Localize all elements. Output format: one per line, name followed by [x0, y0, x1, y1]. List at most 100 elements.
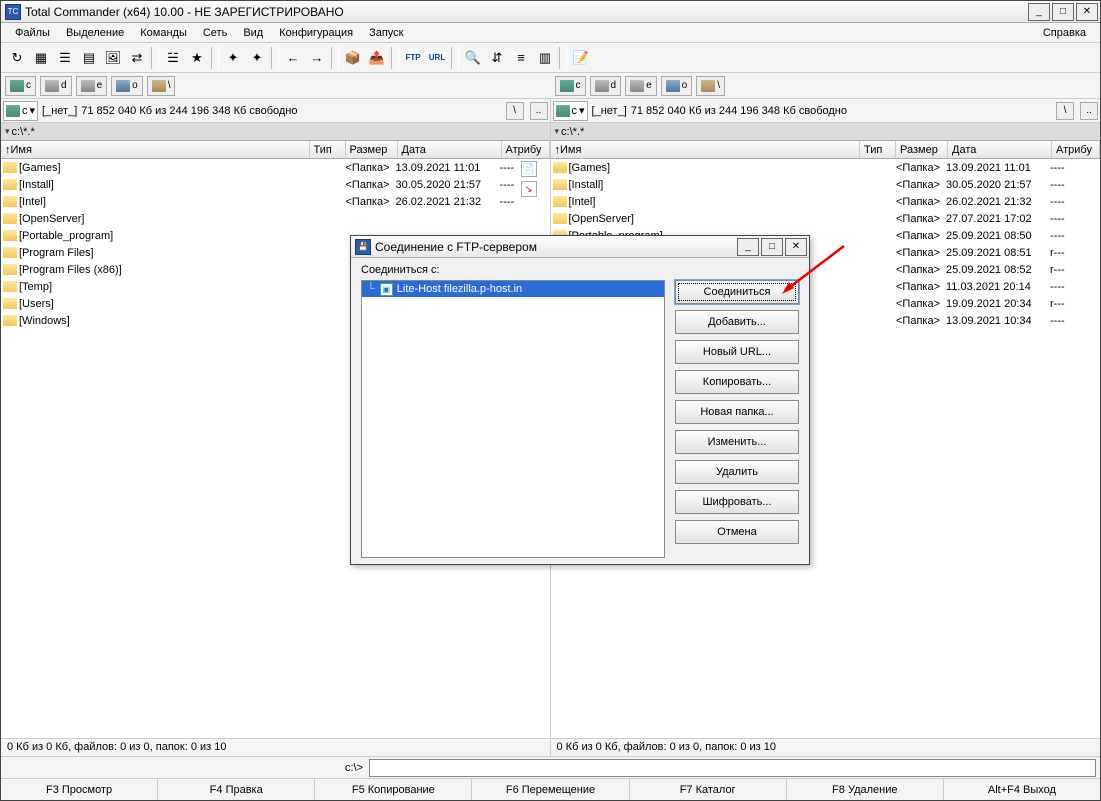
drive-c[interactable]: c: [555, 76, 586, 96]
table-row[interactable]: [Games]<Папка>13.09.2021 11:01----: [551, 159, 1101, 176]
col-type-right[interactable]: Тип: [860, 141, 896, 158]
drive-d[interactable]: d: [590, 76, 622, 96]
swap-icon[interactable]: ⇄: [126, 47, 148, 69]
col-type-left[interactable]: Тип: [310, 141, 346, 158]
ftp-dialog[interactable]: 💾 Соединение с FTP-сервером _ □ ✕ Соедин…: [350, 235, 810, 565]
fn-button-8[interactable]: F8 Удаление: [787, 779, 944, 800]
dialog-button-шифровать[interactable]: Шифровать...: [675, 490, 799, 514]
file-size: <Папка>: [894, 213, 946, 225]
drive-select-right[interactable]: c ▾: [553, 101, 588, 121]
col-name-left[interactable]: ↑Имя: [1, 141, 310, 158]
diff-icon[interactable]: ▥: [534, 47, 556, 69]
dialog-maximize[interactable]: □: [761, 238, 783, 256]
menu-config[interactable]: Конфигурация: [271, 25, 361, 41]
col-date-right[interactable]: Дата: [948, 141, 1052, 158]
image-icon[interactable]: 🖼: [102, 47, 124, 69]
fn-button-9[interactable]: Alt+F4 Выход: [944, 779, 1100, 800]
drive-e[interactable]: e: [625, 76, 657, 96]
fn-button-5[interactable]: F5 Копирование: [315, 779, 472, 800]
compare-icon[interactable]: ≡: [510, 47, 532, 69]
col-attr-left[interactable]: Атрибу: [502, 141, 550, 158]
dialog-button-соединиться[interactable]: Соединиться: [675, 280, 799, 304]
arrow-left-icon[interactable]: ←: [282, 47, 304, 69]
col-size-right[interactable]: Размер: [896, 141, 948, 158]
fn-button-6[interactable]: F6 Перемещение: [472, 779, 629, 800]
star-icon[interactable]: ✦: [222, 47, 244, 69]
tree-icon[interactable]: ☰: [54, 47, 76, 69]
grid-icon[interactable]: ▦: [30, 47, 52, 69]
menu-select[interactable]: Выделение: [58, 25, 132, 41]
dialog-close[interactable]: ✕: [785, 238, 807, 256]
table-row[interactable]: [OpenServer]: [1, 210, 550, 227]
maximize-button[interactable]: □: [1052, 3, 1074, 21]
dialog-button-новая папка[interactable]: Новая папка...: [675, 400, 799, 424]
go-up-right[interactable]: ..: [1080, 102, 1098, 120]
dialog-button-новый url[interactable]: Новый URL...: [675, 340, 799, 364]
ftp-connection-item[interactable]: └ ▣ Lite-Host filezilla.p-host.in: [362, 281, 664, 297]
menu-start[interactable]: Запуск: [361, 25, 411, 41]
table-row[interactable]: [OpenServer]<Папка>27.07.2021 17:02----: [551, 210, 1101, 227]
star-down-icon[interactable]: ✦: [246, 47, 268, 69]
table-row[interactable]: [Games]<Папка>13.09.2021 11:01----: [1, 159, 550, 176]
path-left[interactable]: c:\*.*: [1, 123, 550, 141]
goto-root-right[interactable]: \: [1056, 102, 1074, 120]
table-row[interactable]: [Install]<Папка>30.05.2020 21:57----: [551, 176, 1101, 193]
dialog-button-удалить[interactable]: Удалить: [675, 460, 799, 484]
clone-icon[interactable]: ☱: [162, 47, 184, 69]
menu-commands[interactable]: Команды: [132, 25, 195, 41]
binary-icon[interactable]: ▤: [78, 47, 100, 69]
favorites-icon[interactable]: ★: [186, 47, 208, 69]
folder-icon: [3, 196, 17, 207]
drive-o[interactable]: o: [111, 76, 143, 96]
col-date-left[interactable]: Дата: [398, 141, 502, 158]
table-row[interactable]: [Intel]<Папка>26.02.2021 21:32----: [551, 193, 1101, 210]
table-row[interactable]: [Install]<Папка>30.05.2020 21:57----: [1, 176, 550, 193]
minimize-button[interactable]: _: [1028, 3, 1050, 21]
menubar: Файлы Выделение Команды Сеть Вид Конфигу…: [1, 23, 1100, 43]
dialog-button-добавить[interactable]: Добавить...: [675, 310, 799, 334]
edit-icon[interactable]: ↘: [521, 181, 537, 197]
folder-icon: [3, 230, 17, 241]
menu-net[interactable]: Сеть: [195, 25, 235, 41]
go-up-left[interactable]: ..: [530, 102, 548, 120]
titlebar[interactable]: TC Total Commander (x64) 10.00 - НЕ ЗАРЕ…: [1, 1, 1100, 23]
fn-button-4[interactable]: F4 Правка: [158, 779, 315, 800]
goto-root-left[interactable]: \: [506, 102, 524, 120]
ftp-connection-list[interactable]: └ ▣ Lite-Host filezilla.p-host.in: [361, 280, 665, 558]
refresh-icon[interactable]: ↻: [6, 47, 28, 69]
fn-button-7[interactable]: F7 Каталог: [630, 779, 787, 800]
unpack-icon[interactable]: 📤: [366, 47, 388, 69]
drive-d[interactable]: d: [40, 76, 72, 96]
drive-e[interactable]: e: [76, 76, 108, 96]
col-attr-right[interactable]: Атрибу: [1052, 141, 1100, 158]
drive-icon-e: [81, 80, 95, 92]
menu-files[interactable]: Файлы: [7, 25, 58, 41]
arrow-right-icon[interactable]: →: [306, 47, 328, 69]
path-right[interactable]: c:\*.*: [551, 123, 1101, 141]
menu-view[interactable]: Вид: [235, 25, 271, 41]
table-row[interactable]: [Intel]<Папка>26.02.2021 21:32----: [1, 193, 550, 210]
url-icon[interactable]: URL: [426, 47, 448, 69]
dialog-minimize[interactable]: _: [737, 238, 759, 256]
drive-c[interactable]: c: [5, 76, 36, 96]
dialog-button-отмена[interactable]: Отмена: [675, 520, 799, 544]
drive-select-left[interactable]: c ▾: [3, 101, 38, 121]
notepad-icon[interactable]: 📝: [570, 47, 592, 69]
same-folder-icon[interactable]: 📄: [521, 161, 537, 177]
sync-icon[interactable]: ⇵: [486, 47, 508, 69]
ftp-icon[interactable]: FTP: [402, 47, 424, 69]
close-button[interactable]: ✕: [1076, 3, 1098, 21]
dialog-button-изменить[interactable]: Изменить...: [675, 430, 799, 454]
server-icon: ▣: [380, 283, 393, 296]
drive-o[interactable]: o: [661, 76, 693, 96]
drive-sp[interactable]: \: [147, 76, 176, 96]
search-icon[interactable]: 🔍: [462, 47, 484, 69]
menu-help[interactable]: Справка: [1035, 25, 1094, 41]
col-size-left[interactable]: Размер: [346, 141, 398, 158]
col-name-right[interactable]: ↑Имя: [551, 141, 861, 158]
cmd-input[interactable]: [369, 759, 1096, 777]
fn-button-3[interactable]: F3 Просмотр: [1, 779, 158, 800]
pack-icon[interactable]: 📦: [342, 47, 364, 69]
drive-sp[interactable]: \: [696, 76, 725, 96]
dialog-button-копировать[interactable]: Копировать...: [675, 370, 799, 394]
